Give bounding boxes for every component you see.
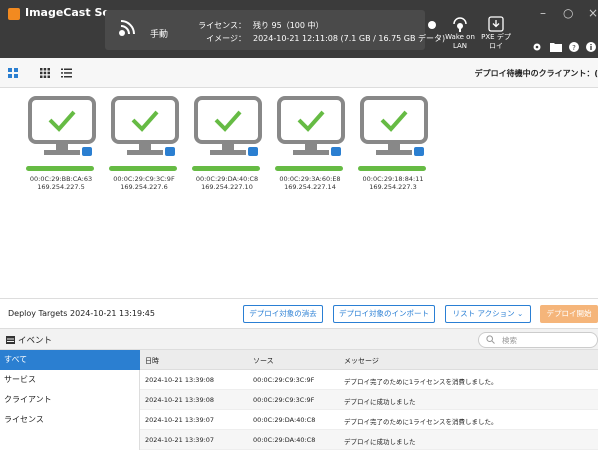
clear-targets-button[interactable]: デプロイ対象の消去 <box>243 305 323 323</box>
row-message: デプロイ完了のために1ライセンスを消費しました。 <box>344 378 498 386</box>
license-key: ライセンス： <box>198 21 246 30</box>
column-time[interactable]: 日時 <box>145 356 159 366</box>
event-filter-list: すべて サービス クライアント ライセンス <box>0 350 140 450</box>
deploy-toolbar: Deploy Targets 2024-10-21 13:19:45 デプロイ対… <box>0 298 598 328</box>
target-mac: 00:0C:29:DA:40:C8 <box>195 175 259 183</box>
wake-on-lan-icon <box>453 17 467 32</box>
row-source: 00:0C:29:C9:3C:9F <box>253 396 315 404</box>
row-source: 00:0C:29:C9:3C:9F <box>253 376 315 384</box>
wake-on-lan-button[interactable]: Wake on LAN <box>442 16 478 50</box>
search-input[interactable] <box>478 332 598 348</box>
pxe-deploy-label-1: PXE デプ <box>481 33 511 41</box>
minimize-button[interactable]: – <box>540 6 546 20</box>
table-row[interactable]: 2024-10-21 13:39:07 00:0C:29:DA:40:C8 デプ… <box>140 430 598 450</box>
target-client[interactable]: 00:0C:29:DA:40:C8 169.254.227.10 <box>186 96 268 196</box>
events-title: イベント <box>18 336 53 346</box>
completed-monitor-icon <box>111 96 179 156</box>
progress-bar <box>358 166 426 171</box>
list-view-icon[interactable] <box>61 68 72 78</box>
large-icons-view-icon[interactable] <box>8 68 18 78</box>
pending-clients-label: デプロイ待機中のクライアント：( <box>474 69 598 78</box>
search-icon <box>486 335 495 344</box>
filter-client[interactable]: クライアント <box>0 390 140 410</box>
start-deploy-button[interactable]: デプロイ開始 <box>540 305 598 323</box>
row-source: 00:0C:29:DA:40:C8 <box>253 416 316 424</box>
progress-bar <box>109 166 177 171</box>
view-toolbar: デプロイ待機中のクライアント：( <box>0 58 598 88</box>
progress-bar <box>26 166 94 171</box>
maximize-button[interactable]: ○ <box>563 6 573 20</box>
pxe-deploy-button[interactable]: PXE デプ ロイ <box>478 16 514 50</box>
target-client[interactable]: 00:0C:29:3A:60:E8 169.254.227.14 <box>269 96 351 196</box>
column-source[interactable]: ソース <box>253 356 274 366</box>
row-time: 2024-10-21 13:39:08 <box>145 396 215 404</box>
about-icon[interactable] <box>586 42 596 52</box>
table-header: 日時 ソース メッセージ <box>140 350 598 370</box>
filter-service[interactable]: サービス <box>0 370 140 390</box>
row-message: デプロイに成功しました <box>344 438 416 446</box>
row-message: デプロイ完了のために1ライセンスを消費しました。 <box>344 418 498 426</box>
image-value: 2024-10-21 12:11:08 (7.1 GB / 16.75 GB デ… <box>253 34 446 43</box>
table-row[interactable]: 2024-10-21 13:39:08 00:0C:29:C9:3C:9F デプ… <box>140 390 598 410</box>
small-icons-view-icon[interactable] <box>40 68 50 78</box>
events-table-icon <box>6 336 15 344</box>
table-row[interactable]: 2024-10-21 13:39:07 00:0C:29:DA:40:C8 デプ… <box>140 410 598 430</box>
target-mac: 00:0C:29:C9:3C:9F <box>113 175 175 183</box>
target-ip: 169.254.227.14 <box>284 183 336 191</box>
target-ip: 169.254.227.5 <box>37 183 85 191</box>
target-mac: 00:0C:29:18:84:11 <box>362 175 424 183</box>
gear-icon[interactable] <box>532 42 542 52</box>
pxe-deploy-label-2: ロイ <box>489 42 503 50</box>
deploy-targets-title: Deploy Targets 2024-10-21 13:19:45 <box>8 309 155 318</box>
target-ip: 169.254.227.6 <box>120 183 168 191</box>
wake-on-lan-label-1: Wake on <box>445 33 475 41</box>
wake-on-lan-label-2: LAN <box>452 42 468 50</box>
target-mac: 00:0C:29:3A:60:E8 <box>279 175 341 183</box>
svg-text:?: ? <box>572 44 576 52</box>
row-time: 2024-10-21 13:39:08 <box>145 376 215 384</box>
deploy-targets-area: 00:0C:29:BB:CA:63 169.254.227.5 00:0C:29… <box>0 88 598 298</box>
filter-license[interactable]: ライセンス <box>0 410 140 430</box>
row-message: デプロイに成功しました <box>344 398 416 406</box>
close-button[interactable]: × <box>588 6 598 20</box>
help-icon[interactable]: ? <box>569 42 579 52</box>
completed-monitor-icon <box>360 96 428 156</box>
target-mac: 00:0C:29:BB:CA:63 <box>29 175 93 183</box>
progress-bar <box>275 166 343 171</box>
mode-label[interactable]: 手動 <box>150 27 168 40</box>
list-action-button[interactable]: リスト アクション ⌄ <box>445 305 531 323</box>
title-bar: ImageCast Server 手動 ライセンス： 残り 95（100 中） … <box>0 0 598 58</box>
progress-bar <box>192 166 260 171</box>
target-client[interactable]: 00:0C:29:C9:3C:9F 169.254.227.6 <box>103 96 185 196</box>
completed-monitor-icon <box>277 96 345 156</box>
events-table: 日時 ソース メッセージ 2024-10-21 13:39:08 00:0C:2… <box>140 350 598 450</box>
filter-all[interactable]: すべて <box>0 350 140 370</box>
row-source: 00:0C:29:DA:40:C8 <box>253 436 316 444</box>
target-ip: 169.254.227.10 <box>201 183 253 191</box>
license-value: 残り 95（100 中） <box>253 21 324 30</box>
completed-monitor-icon <box>28 96 96 156</box>
info-icon[interactable] <box>428 21 436 29</box>
broadcast-icon <box>119 20 135 36</box>
column-message[interactable]: メッセージ <box>344 356 379 366</box>
app-logo <box>8 8 20 20</box>
import-targets-button[interactable]: デプロイ対象のインポート <box>333 305 435 323</box>
folder-icon[interactable] <box>550 42 562 52</box>
table-row[interactable]: 2024-10-21 13:39:08 00:0C:29:C9:3C:9F デプ… <box>140 370 598 390</box>
download-icon <box>488 16 504 32</box>
events-header: イベント 検索 <box>0 328 598 350</box>
row-time: 2024-10-21 13:39:07 <box>145 436 215 444</box>
target-client[interactable]: 00:0C:29:BB:CA:63 169.254.227.5 <box>20 96 102 196</box>
search-placeholder: 検索 <box>502 336 517 345</box>
target-ip: 169.254.227.3 <box>369 183 417 191</box>
row-time: 2024-10-21 13:39:07 <box>145 416 215 424</box>
completed-monitor-icon <box>194 96 262 156</box>
target-client[interactable]: 00:0C:29:18:84:11 169.254.227.3 <box>352 96 434 196</box>
image-key: イメージ： <box>206 34 246 43</box>
